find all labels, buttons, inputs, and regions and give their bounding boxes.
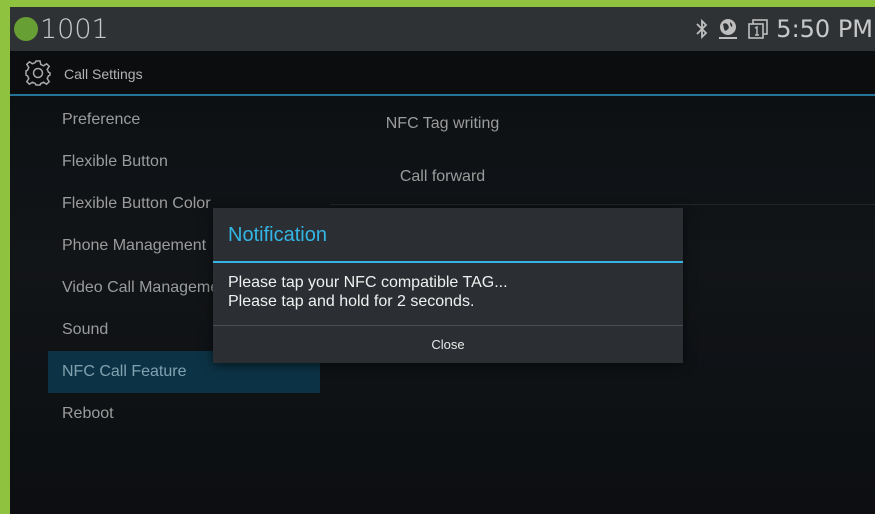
close-button[interactable]: Close xyxy=(213,325,683,363)
device-frame: 1001 5:50 PM Call Settings Preference Fl… xyxy=(0,0,875,514)
screen: 1001 5:50 PM Call Settings Preference Fl… xyxy=(10,7,875,514)
dialog-message-line-2: Please tap and hold for 2 seconds. xyxy=(228,293,475,310)
notification-dialog: Notification Please tap your NFC compati… xyxy=(213,208,683,363)
dialog-body: Please tap your NFC compatible TAG... Pl… xyxy=(213,263,683,323)
dialog-message-line-1: Please tap your NFC compatible TAG... xyxy=(228,274,508,291)
dialog-title: Notification xyxy=(213,208,683,263)
